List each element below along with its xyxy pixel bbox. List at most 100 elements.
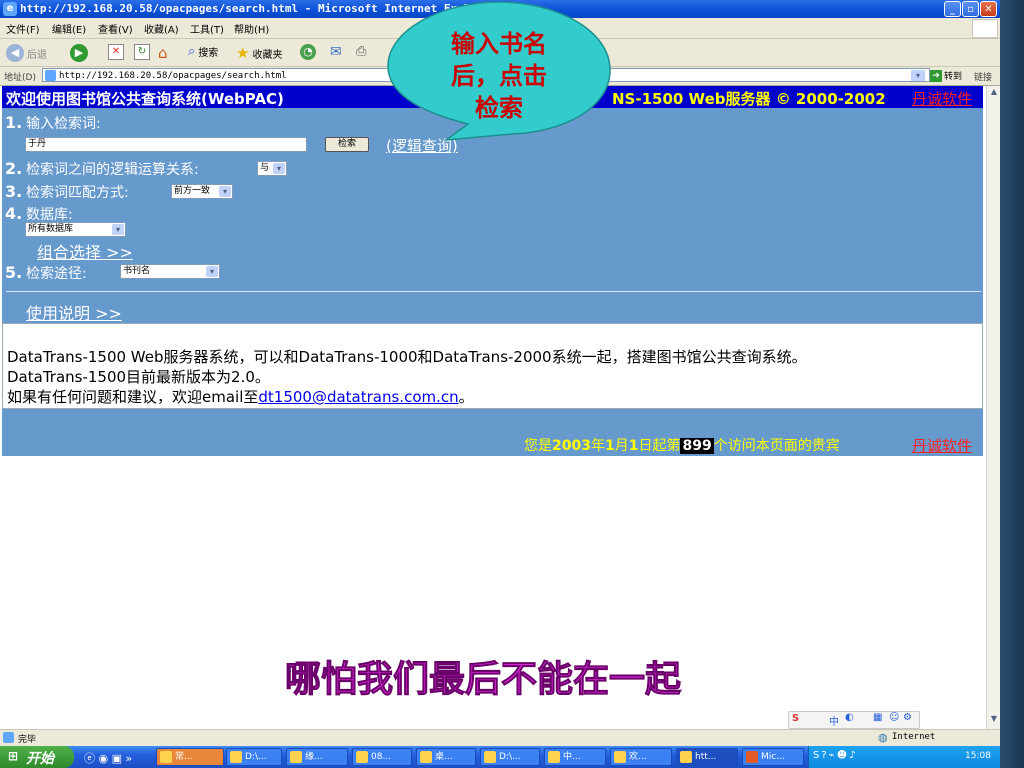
vertical-scrollbar[interactable]: ▲ ▼ — [986, 86, 1001, 729]
task-label: D:\... — [245, 752, 267, 762]
task-item[interactable]: D:\... — [226, 748, 282, 766]
task-item[interactable]: Mic... — [742, 748, 804, 766]
status-text: 完毕 — [18, 735, 37, 745]
step5-label: 检索途径: — [26, 266, 87, 282]
search-term-input[interactable]: 于丹 — [25, 137, 307, 152]
scroll-up-icon[interactable]: ▲ — [988, 87, 1000, 99]
search-field-select[interactable]: 书刊名 ▾ — [120, 264, 220, 279]
more-quicklaunch-icon[interactable]: » — [126, 752, 133, 765]
search-button[interactable]: ⌕ 搜索 — [188, 44, 218, 59]
menu-view[interactable]: 查看(V) — [98, 21, 133, 36]
task-item[interactable]: D:\... — [480, 748, 540, 766]
moon-icon[interactable]: ◐ — [845, 712, 854, 723]
stop-button[interactable]: ✕ — [108, 44, 124, 60]
start-button[interactable]: ⊞ 开始 — [0, 746, 74, 768]
page-title: 欢迎使用图书馆公共查询系统(WebPAC) — [6, 90, 284, 108]
scroll-down-icon[interactable]: ▼ — [988, 714, 1000, 726]
print-icon: ⎙ — [356, 44, 367, 59]
quick-launch: ⓔ ◉ ▣ » — [84, 750, 132, 766]
mail-button[interactable]: ✉ — [330, 44, 342, 60]
menu-favorites[interactable]: 收藏(A) — [144, 21, 179, 36]
info-box: DataTrans-1500 Web服务器系统，可以和DataTrans-100… — [2, 323, 983, 409]
menu-edit[interactable]: 编辑(E) — [52, 21, 86, 36]
wrench-icon[interactable]: ⚙ — [903, 712, 912, 723]
info-line-2: DataTrans-1500目前最新版本为2.0。 — [7, 368, 270, 386]
home-button[interactable]: ⌂ — [158, 44, 168, 62]
task-item[interactable]: 欢... — [610, 748, 672, 766]
search-label: 搜索 — [198, 48, 219, 59]
task-item[interactable]: 中... — [544, 748, 606, 766]
search-field-value: 书刊名 — [123, 266, 151, 276]
chevron-down-icon: ▾ — [112, 224, 124, 235]
app-icon — [356, 751, 368, 763]
address-dropdown-icon[interactable]: ▾ — [911, 70, 925, 81]
usage-link[interactable]: 使用说明 >> — [26, 300, 122, 324]
system-tray: S?⌁☻♪ 15:08 — [808, 746, 1001, 768]
refresh-icon: ↻ — [134, 44, 150, 60]
task-item[interactable]: 桌... — [416, 748, 476, 766]
brand-link-footer[interactable]: 丹诚软件 — [912, 435, 972, 456]
task-item[interactable]: 08... — [352, 748, 412, 766]
task-label: 缘... — [305, 752, 323, 762]
favorites-button[interactable]: ★ 收藏夹 — [236, 44, 282, 62]
maximize-button[interactable]: ▫ — [962, 1, 979, 17]
logic-operator-select[interactable]: 与 ▾ — [257, 161, 287, 176]
task-item-active[interactable]: htt... — [676, 748, 738, 766]
links-label[interactable]: 链接 — [974, 70, 992, 83]
forward-arrow-icon: ▶ — [70, 44, 88, 62]
step2-label: 检索词之间的逻辑运算关系: — [26, 162, 199, 178]
visitor-year: 2003 — [552, 438, 591, 454]
history-icon: ◔ — [300, 44, 316, 60]
task-item[interactable]: 常... — [156, 748, 224, 766]
network-tray-icon[interactable]: ⌁ — [829, 750, 837, 761]
go-button[interactable]: ➜ 转到 — [930, 69, 962, 82]
desktop-quicklaunch-icon[interactable]: ▣ — [112, 752, 122, 765]
tray-icons[interactable]: S?⌁☻♪ — [813, 750, 858, 761]
folder-icon — [230, 751, 242, 763]
combine-select-link[interactable]: 组合选择 >> — [37, 239, 133, 263]
search-submit-button[interactable]: 检索 — [325, 137, 369, 152]
keyboard-icon[interactable]: ▦ — [873, 712, 882, 723]
status-bar: 完毕 ◍ Internet — [0, 729, 1000, 747]
callout-line-1: 输入书名 — [451, 30, 547, 58]
ie-quicklaunch-icon[interactable]: ⓔ — [84, 752, 95, 765]
video-subtitle: 哪怕我们最后不能在一起 — [284, 659, 682, 701]
divider — [6, 291, 981, 292]
menu-tools[interactable]: 工具(T) — [190, 21, 224, 36]
server-version: NS-1500 Web服务器 © 2000-2002 — [612, 90, 886, 108]
close-button[interactable]: ✕ — [980, 1, 997, 17]
sogou-logo-icon: S — [792, 713, 800, 724]
refresh-button[interactable]: ↻ — [134, 44, 150, 60]
app-icon — [290, 751, 302, 763]
clock[interactable]: 15:08 — [965, 751, 991, 761]
task-item[interactable]: 缘... — [286, 748, 348, 766]
sogou-ime-bar[interactable]: S 中 ◐ ▦ ☺ ⚙ — [788, 711, 920, 729]
task-label: 中... — [563, 752, 581, 762]
match-mode-select[interactable]: 前方一致 ▾ — [171, 184, 233, 199]
app-icon — [420, 751, 432, 763]
brand-link[interactable]: 丹诚软件 — [912, 88, 972, 109]
back-button[interactable]: ◀ 后退 — [6, 44, 47, 62]
help-tray-icon[interactable]: ? — [821, 750, 828, 761]
forward-button[interactable]: ▶ — [70, 44, 88, 62]
step1-label: 输入检索词: — [26, 116, 101, 132]
ime-mode-label[interactable]: 中 — [829, 713, 839, 728]
qq-tray-icon[interactable]: ☻ — [837, 750, 849, 761]
media-quicklaunch-icon[interactable]: ◉ — [99, 752, 109, 765]
menu-file[interactable]: 文件(F) — [6, 21, 40, 36]
visitor-count: 899 — [680, 438, 714, 454]
visitor-mid-3: 日起第 — [638, 438, 681, 454]
info-line-3: 如果有任何问题和建议，欢迎email至dt1500@datatrans.com.… — [7, 386, 474, 407]
page-done-icon — [3, 732, 14, 743]
database-select[interactable]: 所有数据库 ▾ — [25, 222, 126, 237]
step3-label: 检索词匹配方式: — [26, 185, 129, 201]
print-button[interactable]: ⎙ — [356, 44, 366, 59]
chevron-down-icon: ▾ — [219, 186, 231, 197]
user-icon[interactable]: ☺ — [889, 712, 899, 723]
history-button[interactable]: ◔ — [300, 44, 316, 60]
volume-tray-icon[interactable]: ♪ — [849, 750, 857, 761]
minimize-button[interactable]: _ — [944, 1, 961, 17]
email-link[interactable]: dt1500@datatrans.com.cn — [258, 388, 458, 406]
windows-flag-icon: ⊞ — [8, 749, 19, 763]
menu-help[interactable]: 帮助(H) — [234, 21, 269, 36]
